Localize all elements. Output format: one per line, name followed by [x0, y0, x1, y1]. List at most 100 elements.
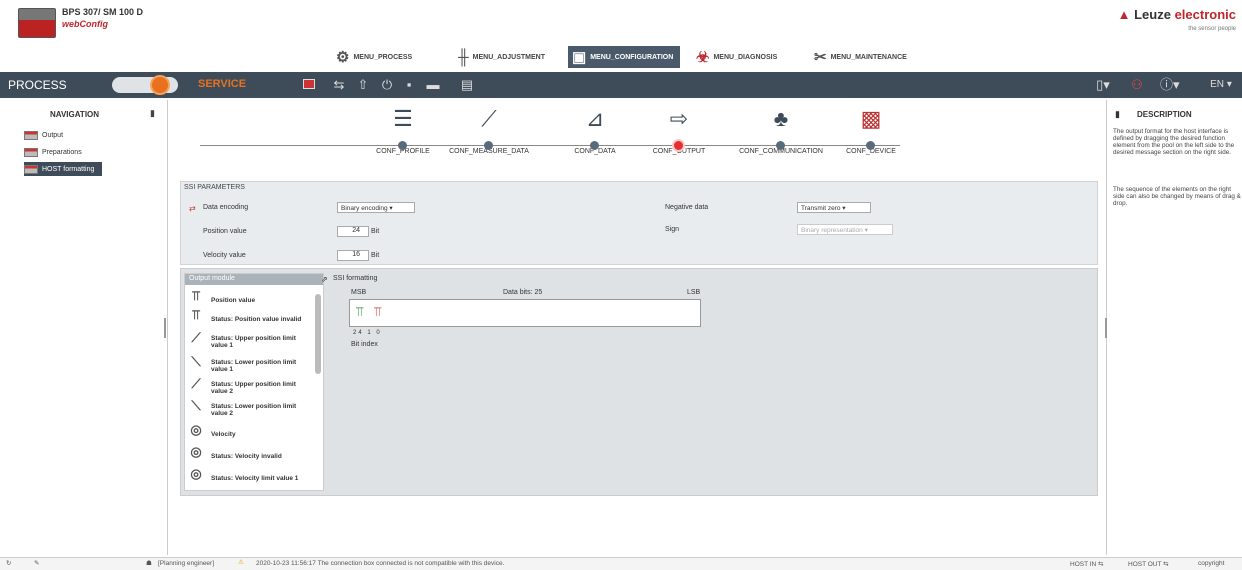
velocity-value-input[interactable]: 16 [337, 250, 369, 261]
nav-item-label: Preparations [42, 148, 82, 156]
velocity-icon: ◎ [190, 422, 202, 437]
info-dropdown-icon[interactable]: ⓘ▾ [1160, 76, 1180, 94]
upper-limit-2-icon: ⟋ [191, 376, 201, 391]
nav-item-preparations[interactable]: Preparations [24, 145, 82, 159]
warning-triangle-icon: ▲ [1117, 7, 1131, 22]
image-icon[interactable]: ▤ [458, 76, 476, 94]
user-role: [Planning engineer] [158, 560, 215, 567]
splitter-handle[interactable] [1105, 318, 1107, 338]
item-label: Velocity [211, 430, 236, 438]
bit-numbers: 24 1 0 [353, 330, 382, 336]
velocity-value-label: Velocity value [203, 252, 246, 259]
negative-data-select[interactable]: Transmit zero ▾ [797, 202, 871, 213]
description-text: The sequence of the elements on the righ… [1113, 186, 1241, 207]
tab-menu-configuration[interactable]: ▣ MENU_CONFIGURATION [568, 46, 680, 68]
nav-item-label: HOST formatting [42, 165, 95, 173]
door-dropdown-icon[interactable]: ▯▾ [1094, 76, 1112, 94]
tab-label: MENU_PROCESS [353, 53, 413, 61]
nav-item-label: Output [42, 131, 64, 139]
item-label: Status: Upper position limit value 2 [211, 381, 296, 395]
refresh-icon[interactable]: ↻ [6, 559, 11, 567]
wrench-icon: ✂ [814, 49, 827, 66]
copyright-link[interactable]: copyright [1198, 560, 1224, 567]
sign-select[interactable]: Binary representation ▾ [797, 224, 893, 235]
save-icon[interactable]: ▪ [400, 76, 418, 94]
output-module-item[interactable]: ◎ Status: Velocity limit value 1 [187, 466, 313, 486]
device-image [18, 8, 56, 38]
position-value-icon: ⫪ [192, 288, 200, 303]
bit-index-label: Bit index [351, 341, 378, 348]
ssi-formatting-title: SSI formatting [333, 275, 378, 282]
position-invalid-element-icon[interactable]: ⫪ [374, 304, 381, 320]
sign-value: Binary representation [801, 227, 863, 234]
position-unit: Bit [371, 228, 380, 235]
step-dot[interactable] [866, 141, 875, 150]
upper-limit-icon: ⟋ [191, 330, 201, 345]
velocity-invalid-icon: ◎ [190, 444, 202, 459]
nav-item-host-formatting[interactable]: HOST formatting [24, 162, 103, 176]
device-icon[interactable] [300, 76, 318, 94]
tab-menu-diagnosis[interactable]: ☣ MENU_DIAGNOSIS [692, 46, 806, 68]
output-arrow-icon: ⇨ [669, 106, 689, 131]
data-encoding-select[interactable]: Binary encoding ▾ [337, 202, 415, 213]
power-icon[interactable]: ⏻ [378, 76, 396, 94]
list-icon: ☰ [393, 106, 413, 131]
output-module-item[interactable]: ◎ Status: Velocity invalid [187, 444, 313, 464]
output-module-item[interactable]: ⟋ Status: Upper position limit value 2 [187, 376, 313, 396]
brand-suffix: electronic [1174, 7, 1236, 22]
tab-label: MENU_ADJUSTMENT [472, 53, 545, 61]
export-icon[interactable]: ▬ [424, 76, 442, 94]
output-module-item[interactable]: ⫪ Position value [187, 288, 313, 308]
step-dot[interactable] [398, 141, 407, 150]
negative-data-label: Negative data [665, 204, 709, 211]
language-dropdown[interactable]: EN ▾ [1204, 76, 1238, 94]
output-module-item[interactable]: ⟋ Status: Upper position limit value 1 [187, 330, 313, 350]
output-module-item[interactable]: ⟍ Status: Lower position limit value 2 [187, 398, 313, 418]
item-label: Status: Lower position limit value 1 [211, 359, 297, 373]
network-tree-icon: ♣ [773, 106, 789, 131]
step-dot-active[interactable] [674, 141, 683, 150]
pin-icon[interactable]: ▮ [150, 108, 155, 119]
network-icon[interactable]: ⚇ [1128, 76, 1146, 94]
pin-icon[interactable]: ▮ [1115, 109, 1120, 120]
mode-toggle-knob[interactable] [150, 75, 170, 95]
output-module-item[interactable]: ⫪ Status: Position value invalid [187, 308, 313, 327]
output-module-title: Output module [185, 274, 323, 285]
tab-menu-process[interactable]: ⚙ MENU_PROCESS [332, 46, 438, 68]
item-label: Status: Position value invalid [211, 315, 302, 323]
step-dot[interactable] [484, 141, 493, 150]
splitter-handle[interactable] [164, 318, 166, 338]
edit-icon[interactable]: ✎ [34, 559, 39, 567]
lsb-label: LSB [687, 289, 701, 296]
output-module-item[interactable]: ◎ Velocity [187, 422, 313, 442]
item-label: Status: Lower position limit value 2 [211, 403, 297, 417]
msb-label: MSB [351, 289, 367, 296]
tab-menu-maintenance[interactable]: ✂ MENU_MAINTENANCE [810, 46, 940, 68]
sign-label: Sign [665, 226, 680, 233]
brand-logo: ▲ Leuze electronic [1118, 7, 1236, 22]
item-label: Status: Velocity invalid [211, 452, 282, 460]
lower-limit-2-icon: ⟍ [191, 398, 201, 413]
output-module-scrollbar[interactable] [315, 294, 321, 374]
step-dot[interactable] [590, 141, 599, 150]
brand-tagline: the sensor people [1188, 26, 1236, 32]
chart-icon: ⟋ [481, 106, 497, 131]
velocity-limit-icon: ◎ [190, 466, 202, 481]
data-chart-icon: ⊿ [585, 106, 605, 131]
tab-label: MENU_CONFIGURATION [590, 53, 674, 61]
position-value-input[interactable]: 24 [337, 226, 369, 237]
item-label: Position value [211, 296, 256, 304]
position-value-element-icon[interactable]: ⫪ [356, 304, 363, 320]
status-message: 2020-10-23 11:56:17 The connection box c… [256, 560, 505, 567]
output-module-item[interactable]: ⟍ Status: Lower position limit value 1 [187, 355, 313, 374]
ssi-message-box[interactable]: ⫪ ⫪ [349, 299, 701, 327]
upload-icon[interactable]: ⇧ [354, 76, 372, 94]
nav-item-output[interactable]: Output [24, 128, 63, 142]
navigation-title: NAVIGATION [50, 110, 100, 119]
warning-icon: ⚠ [238, 559, 244, 566]
data-bits-label: Data bits: 25 [503, 289, 543, 296]
step-dot[interactable] [776, 141, 785, 150]
tab-menu-adjustment[interactable]: ╫ MENU_ADJUSTMENT [454, 46, 564, 68]
connect-icon[interactable]: ⇆ [330, 76, 348, 94]
gears-icon: ⚙ [336, 49, 350, 66]
